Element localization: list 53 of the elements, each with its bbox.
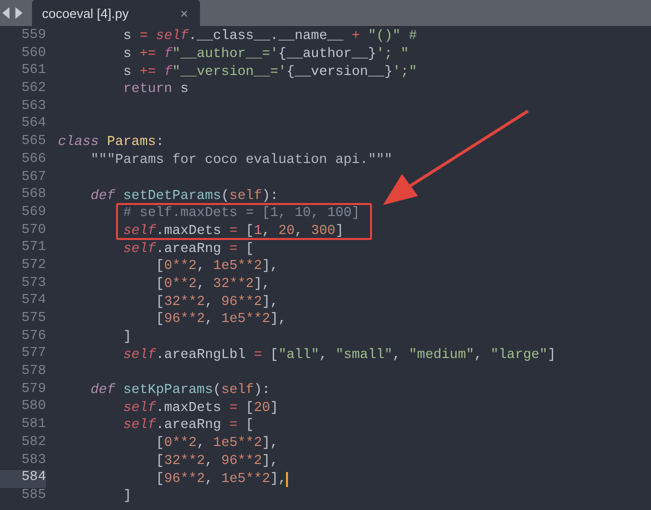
line-number: 559	[20, 28, 46, 45]
line-number: 566	[20, 152, 46, 169]
code-line: def setDetParams(self):	[90, 188, 278, 204]
code-line: self.maxDets = [1, 20, 300]	[122, 224, 344, 239]
line-number: 577	[20, 346, 46, 364]
line-number: 574	[20, 293, 46, 310]
line-number: 572	[20, 258, 46, 275]
line-number: 583	[20, 452, 46, 470]
line-number: 567	[20, 170, 46, 186]
code-line: self.maxDets = [20]	[122, 400, 278, 416]
code-line: ]	[122, 489, 132, 504]
code-line: """Params for coco evaluation api."""	[90, 153, 392, 168]
code-line: ]	[122, 330, 132, 346]
code-line: self.areaRngLbl = ["all", "small", "medium", "large"]	[122, 348, 556, 363]
code-line: s += f"__version__='{__version__}';"	[122, 64, 417, 80]
line-number: 578	[20, 364, 46, 382]
line-number: 581	[20, 417, 46, 434]
code-line: self.areaRng = [	[122, 418, 254, 434]
line-number: 560	[20, 46, 46, 63]
code-line: [32**2, 96**2],	[154, 294, 278, 310]
line-number: 580	[20, 399, 46, 416]
code-line: self.areaRng = [	[122, 242, 254, 257]
code-line: [0**2, 1e5**2],	[154, 259, 278, 274]
file-tab[interactable]: cocoeval [4].py ×	[32, 0, 200, 26]
line-number: 584	[0, 470, 46, 488]
code-line: [0**2, 1e5**2],	[154, 436, 278, 452]
code-line: s = self.__class__.__name__ + "()" #	[122, 29, 417, 44]
code-line: s += f"__author__='{__author__}'; "	[122, 47, 409, 62]
line-number: 568	[20, 187, 46, 204]
line-number: 571	[20, 240, 46, 258]
code-line: [32**2, 96**2],	[154, 454, 278, 469]
code-line: # self.maxDets = [1, 10, 100]	[122, 206, 360, 222]
line-number: 565	[20, 134, 46, 152]
line-number: 582	[20, 434, 46, 452]
line-number: 569	[20, 204, 46, 222]
line-number: 561	[20, 63, 46, 80]
line-number: 564	[20, 116, 46, 134]
line-number: 563	[20, 98, 46, 116]
close-icon[interactable]: ×	[180, 6, 188, 20]
code-line: [0**2, 32**2],	[154, 276, 270, 292]
code-line: def setKpParams(self):	[90, 383, 270, 398]
code-line: return s	[122, 82, 189, 98]
code-line: [96**2, 1e5**2],	[154, 312, 286, 328]
code-line: [96**2, 1e5**2],	[154, 472, 286, 487]
line-number: 576	[20, 328, 46, 346]
line-number: 585	[20, 488, 46, 505]
line-number: 579	[20, 382, 46, 399]
text-cursor	[286, 472, 288, 487]
code-line: class Params:	[58, 135, 164, 150]
line-number: 575	[20, 311, 46, 328]
line-number: 562	[20, 81, 46, 98]
line-number: 570	[20, 222, 46, 240]
line-number: 573	[20, 276, 46, 293]
